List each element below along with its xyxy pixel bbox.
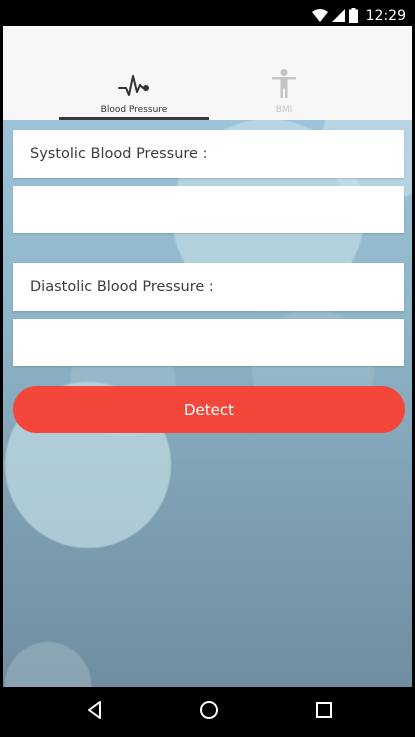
tab-blood-pressure[interactable]: Blood Pressure (59, 26, 209, 120)
status-icons: 12:29 (311, 7, 406, 24)
home-icon (200, 701, 218, 719)
nav-recent-button[interactable] (312, 698, 336, 722)
diastolic-label: Diastolic Blood Pressure : (13, 263, 404, 311)
tab-bar: Blood Pressure BMI (3, 26, 412, 120)
battery-icon (348, 8, 358, 23)
nav-bar (3, 687, 412, 733)
systolic-label: Systolic Blood Pressure : (13, 130, 404, 178)
bp-form: Systolic Blood Pressure : Diastolic Bloo… (3, 120, 412, 687)
back-icon (88, 701, 101, 719)
app-screen: 12:29 Blood Pressure BMI Systolic Blood … (3, 5, 412, 733)
status-bar: 12:29 (3, 5, 412, 26)
tab-label: Blood Pressure (100, 105, 168, 115)
recent-apps-icon (316, 702, 332, 718)
cell-signal-icon (331, 9, 345, 22)
tab-label: BMI (275, 105, 293, 115)
nav-back-button[interactable] (83, 698, 107, 722)
status-time: 12:29 (365, 7, 406, 24)
wifi-icon (311, 9, 328, 22)
diastolic-input[interactable] (13, 319, 404, 366)
person-icon (272, 69, 296, 98)
detect-button[interactable]: Detect (13, 386, 405, 433)
nav-home-button[interactable] (197, 698, 221, 722)
systolic-input[interactable] (13, 186, 404, 233)
tab-bmi[interactable]: BMI (209, 26, 359, 120)
heartbeat-icon (118, 75, 149, 96)
